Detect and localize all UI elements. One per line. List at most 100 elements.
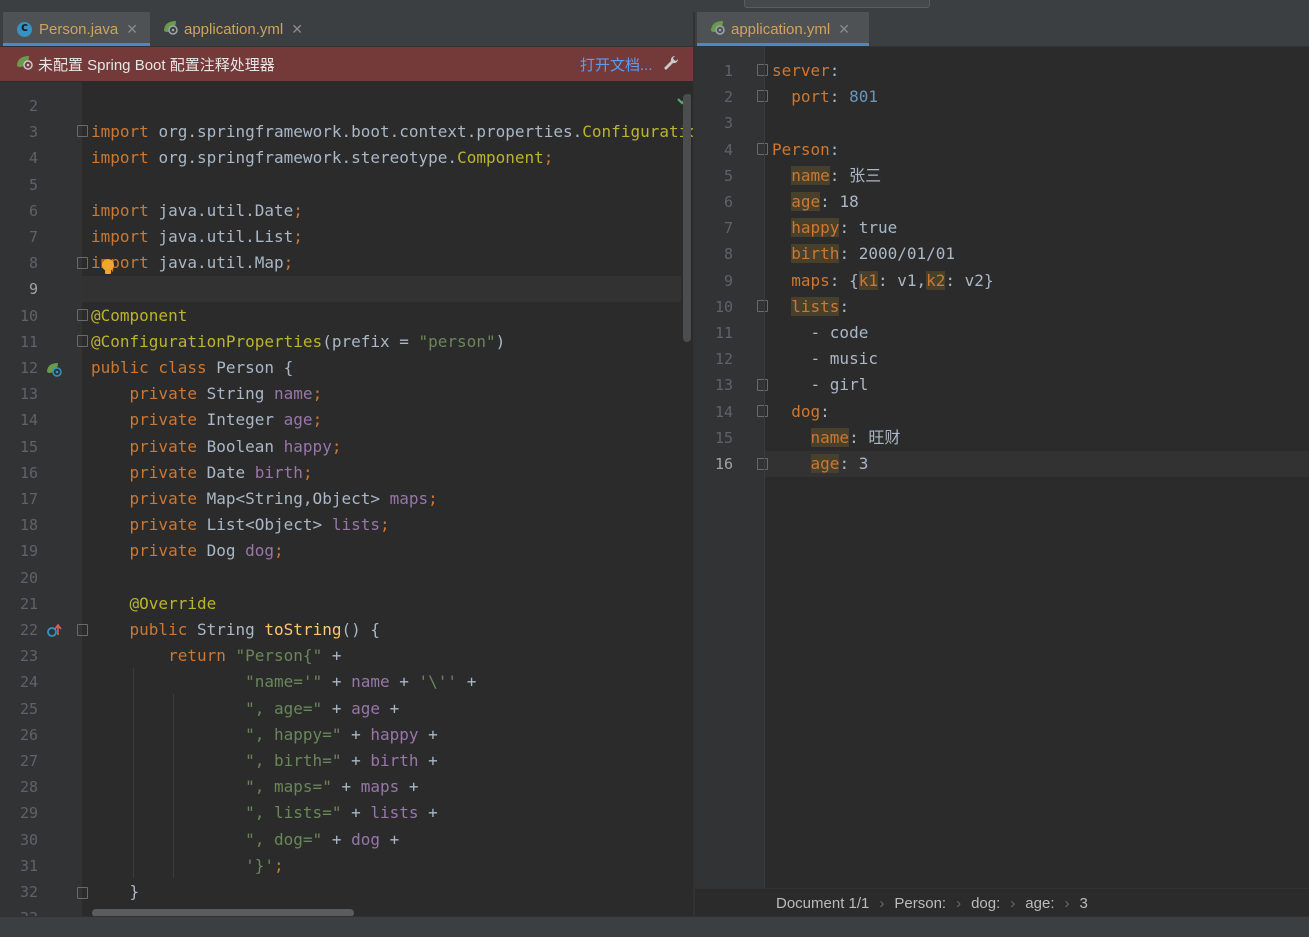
code-token: + [341, 724, 371, 744]
line-number: 2 [28, 97, 38, 115]
tab-application-yml[interactable]: application.yml ✕ [150, 12, 320, 46]
fold-marker-icon[interactable] [77, 624, 88, 636]
chevron-right-icon: › [1010, 894, 1016, 912]
code-line: 16 age: 3 [695, 451, 1309, 477]
code-token: maps [360, 777, 400, 797]
fold-marker-icon[interactable] [77, 887, 88, 899]
code-token: ; [312, 384, 323, 404]
line-number: 20 [19, 568, 38, 587]
fold-marker-icon[interactable] [77, 257, 88, 269]
code-token: ", happy=" [245, 724, 342, 744]
code-token: '}' [245, 855, 275, 875]
wrench-icon[interactable] [662, 54, 680, 76]
fold-marker-icon[interactable] [757, 405, 768, 417]
code-token: private [129, 384, 207, 404]
fold-marker-icon[interactable] [77, 335, 88, 347]
vertical-scrollbar[interactable] [683, 94, 691, 342]
code-line: 10 @Component [0, 303, 693, 329]
code-token: org.springframework.boot.context.propert… [158, 122, 583, 142]
code-token: public class [91, 358, 217, 377]
code-token: - music [772, 349, 878, 369]
fold-marker-icon[interactable] [757, 379, 768, 391]
line-number: 14 [19, 411, 38, 430]
editor-pane-left: Person.java ✕ application.yml ✕ 未配置 Spri… [0, 12, 693, 917]
code-text: birth: 2000/01/01 [772, 241, 955, 267]
fold-marker-icon[interactable] [757, 143, 768, 155]
breadcrumb-item[interactable]: dog: [971, 895, 1000, 912]
line-number: 7 [723, 219, 733, 238]
run-config-selector[interactable] [744, 0, 930, 8]
code-token: ; [312, 410, 323, 430]
fold-marker-icon[interactable] [757, 90, 768, 102]
line-number: 15 [19, 437, 38, 456]
breadcrumb-item[interactable]: age: [1025, 895, 1054, 912]
code-token: Dog [206, 541, 246, 561]
code-line: 30 ", dog=" + dog + [0, 827, 693, 853]
line-number: 6 [723, 193, 733, 211]
code-token: Component [457, 148, 544, 168]
code-token: + [322, 698, 352, 718]
code-line: 17 private Map<String,Object> maps; [0, 486, 693, 512]
code-token: ) [495, 331, 506, 351]
line-number: 31 [19, 856, 38, 875]
yaml-code-editor[interactable]: 1 server: 2 port: 801 3 4 Person: 5 name: 张三 6 … [695, 47, 1309, 889]
code-text: } [91, 879, 140, 905]
code-token: ", maps=" [245, 777, 332, 797]
code-token: ", age=" [245, 698, 323, 718]
code-token: maps [791, 270, 830, 290]
line-number: 21 [19, 594, 38, 613]
fold-marker-icon[interactable] [757, 458, 768, 470]
code-token: import [91, 200, 159, 220]
close-icon[interactable]: ✕ [126, 21, 138, 38]
code-line: 6 import java.util.Date; [0, 198, 693, 224]
code-token: age [810, 454, 840, 473]
fold-marker-icon[interactable] [77, 125, 88, 137]
code-text: - music [772, 346, 878, 372]
java-code-editor[interactable]: 2 3 import org.springframework.boot.contex… [0, 82, 693, 917]
code-token: : 2000/01/01 [839, 244, 956, 264]
fold-marker-icon[interactable] [757, 300, 768, 312]
fold-marker-icon[interactable] [77, 309, 88, 321]
close-icon[interactable]: ✕ [291, 21, 303, 38]
tab-application-yml[interactable]: application.yml ✕ [697, 12, 869, 46]
code-token: + [341, 751, 371, 770]
code-token: : true [839, 218, 898, 238]
code-token: String [206, 384, 275, 404]
code-token: org.springframework.stereotype. [158, 148, 458, 168]
spring-bean-icon[interactable] [46, 361, 62, 381]
code-line: 22 public String toString() { [0, 617, 693, 643]
code-line: 29 ", lists=" + lists + [0, 800, 693, 826]
lightbulb-icon[interactable] [101, 258, 115, 280]
code-token: ; [293, 227, 303, 246]
breadcrumb-item[interactable]: Person: [894, 895, 946, 912]
override-icon[interactable] [46, 623, 62, 643]
code-token: ; [274, 541, 284, 561]
code-line: 14 dog: [695, 399, 1309, 425]
indent-guide [173, 694, 174, 878]
code-token: "name='" [245, 672, 323, 692]
code-token: @Component [91, 305, 188, 325]
code-text: ", lists=" + lists + [91, 800, 438, 826]
line-number: 26 [19, 725, 38, 744]
code-text: private Map<String,Object> maps; [91, 486, 438, 512]
fold-marker-icon[interactable] [757, 64, 768, 76]
code-token: Boolean [206, 436, 284, 456]
breadcrumb-item[interactable]: 3 [1080, 895, 1088, 912]
code-token: name [810, 427, 850, 447]
tab-person-java[interactable]: Person.java ✕ [3, 12, 150, 46]
line-number: 19 [19, 542, 38, 561]
breadcrumb-item[interactable]: Document 1/1 [776, 895, 869, 912]
close-icon[interactable]: ✕ [838, 21, 850, 38]
code-line: 28 ", maps=" + maps + [0, 774, 693, 800]
code-text: @ConfigurationProperties(prefix = "perso… [91, 329, 505, 355]
open-docs-link[interactable]: 打开文档... [580, 54, 653, 75]
line-number: 27 [19, 752, 38, 770]
spring-leaf-icon [162, 19, 178, 39]
